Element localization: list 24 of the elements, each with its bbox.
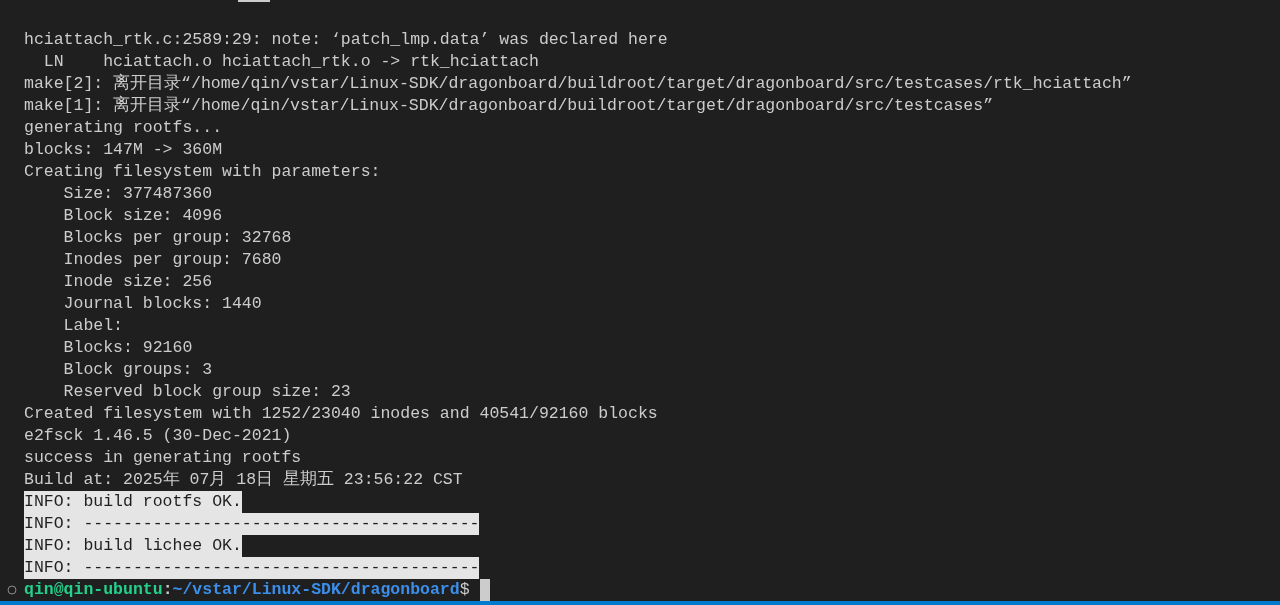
terminal-line: blocks: 147M -> 360M <box>24 139 223 161</box>
terminal-line: success in generating rootfs <box>24 447 302 469</box>
terminal-line: Size: 377487360 <box>62 183 213 205</box>
terminal-line: Reserved block group size: 23 <box>62 381 351 403</box>
terminal-line: make[1]: 离开目录“/home/qin/vstar/Linux-SDK/dragonboard/buildroot/target/dragonboard/src/testcases” <box>24 95 994 117</box>
command-prompt: qin@qin-ubuntu:~/vstar/Linux-SDK/dragonboard$ <box>24 579 470 601</box>
terminal-line: Label: <box>62 315 124 337</box>
terminal-line: Created filesystem with 1252/23040 inodes and 40541/92160 blocks <box>24 403 658 425</box>
terminal-line: Build at: 2025年 07月 18日 星期五 23:56:22 CST <box>24 469 463 491</box>
terminal-line: Inode size: 256 <box>62 271 213 293</box>
terminal-line: Blocks: 92160 <box>62 337 193 359</box>
circle-icon <box>7 585 17 595</box>
terminal-line: Blocks per group: 32768 <box>62 227 292 249</box>
terminal-line: make[2]: 离开目录“/home/qin/vstar/Linux-SDK/dragonboard/buildroot/target/dragonboard/src/testcases/rtk_hciattach” <box>24 73 1132 95</box>
terminal-line: e2fsck 1.46.5 (30-Dec-2021) <box>24 425 292 447</box>
terminal-line: hciattach_rtk.c:2589:29: note: ‘patch_lmp.data’ was declared here <box>24 29 668 51</box>
terminal-line: Inodes per group: 7680 <box>62 249 282 271</box>
text-cursor <box>479 579 490 601</box>
terminal-line: LN hciattach.o hciattach_rtk.o -> rtk_hciattach <box>42 51 539 73</box>
terminal-line: generating rootfs... <box>24 117 223 139</box>
terminal-line: Journal blocks: 1440 <box>62 293 262 315</box>
terminal-line: Creating filesystem with parameters: <box>24 161 381 183</box>
terminal-line: Block groups: 3 <box>62 359 213 381</box>
terminal-line: Block size: 4096 <box>62 205 223 227</box>
